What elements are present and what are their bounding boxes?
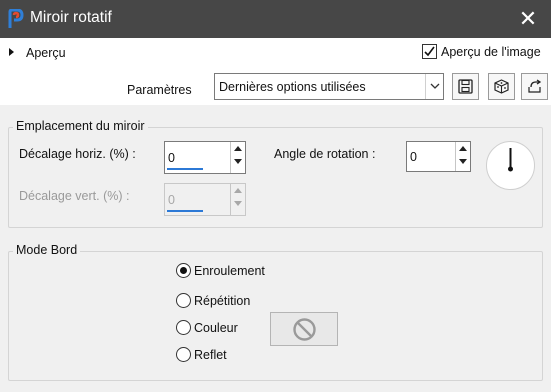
radio-reflect[interactable] [176,347,191,362]
value-slider-bar[interactable] [167,210,203,212]
close-icon[interactable]: ✕ [515,6,541,32]
vertical-offset-spinner[interactable] [230,184,245,215]
radio-color[interactable] [176,320,191,335]
spin-down-icon[interactable] [231,198,245,211]
rotation-angle-label: Angle de rotation : [274,147,376,161]
horizontal-offset-label: Décalage horiz. (%) : [19,147,136,161]
spin-up-icon[interactable] [231,143,245,156]
spin-up-icon[interactable] [456,143,470,156]
preview-toggle-label[interactable]: Aperçu [26,46,66,60]
rotation-dial[interactable] [486,141,535,190]
horizontal-offset-value: 0 [168,151,175,165]
presets-dropdown[interactable]: Dernières options utilisées [214,73,444,100]
expand-arrow-icon[interactable] [9,48,14,56]
dropdown-arrow-icon[interactable] [425,74,443,99]
window-title: Miroir rotatif [30,9,112,26]
mirror-placement-title: Emplacement du miroir [13,119,148,133]
edge-mode-title: Mode Bord [13,243,81,257]
randomize-button[interactable] [488,73,515,100]
radio-wrap[interactable] [176,263,191,278]
spin-down-icon[interactable] [456,156,470,169]
radio-repeat[interactable] [176,293,191,308]
reset-button[interactable] [521,73,548,100]
image-preview-checkbox[interactable] [422,44,437,59]
rotation-angle-spinner[interactable] [455,142,470,171]
radio-color-label[interactable]: Couleur [194,321,238,335]
radio-repeat-label[interactable]: Répétition [194,294,250,308]
save-preset-button[interactable] [452,73,479,100]
edge-color-swatch[interactable] [270,312,338,346]
value-slider-bar[interactable] [167,168,203,170]
presets-selected-value: Dernières options utilisées [219,80,366,94]
rotation-angle-input[interactable]: 0 [406,141,471,172]
horizontal-offset-spinner[interactable] [230,142,245,173]
radio-wrap-label[interactable]: Enroulement [194,264,265,278]
radio-reflect-label[interactable]: Reflet [194,348,227,362]
spin-up-icon[interactable] [231,185,245,198]
presets-label: Paramètres [127,83,192,97]
rotation-angle-value: 0 [410,150,417,164]
vertical-offset-value: 0 [168,193,175,207]
spin-down-icon[interactable] [231,156,245,169]
vertical-offset-input[interactable]: 0 [164,183,246,216]
app-icon [8,8,24,29]
horizontal-offset-input[interactable]: 0 [164,141,246,174]
image-preview-label[interactable]: Aperçu de l'image [441,45,541,59]
vertical-offset-label: Décalage vert. (%) : [19,189,130,203]
